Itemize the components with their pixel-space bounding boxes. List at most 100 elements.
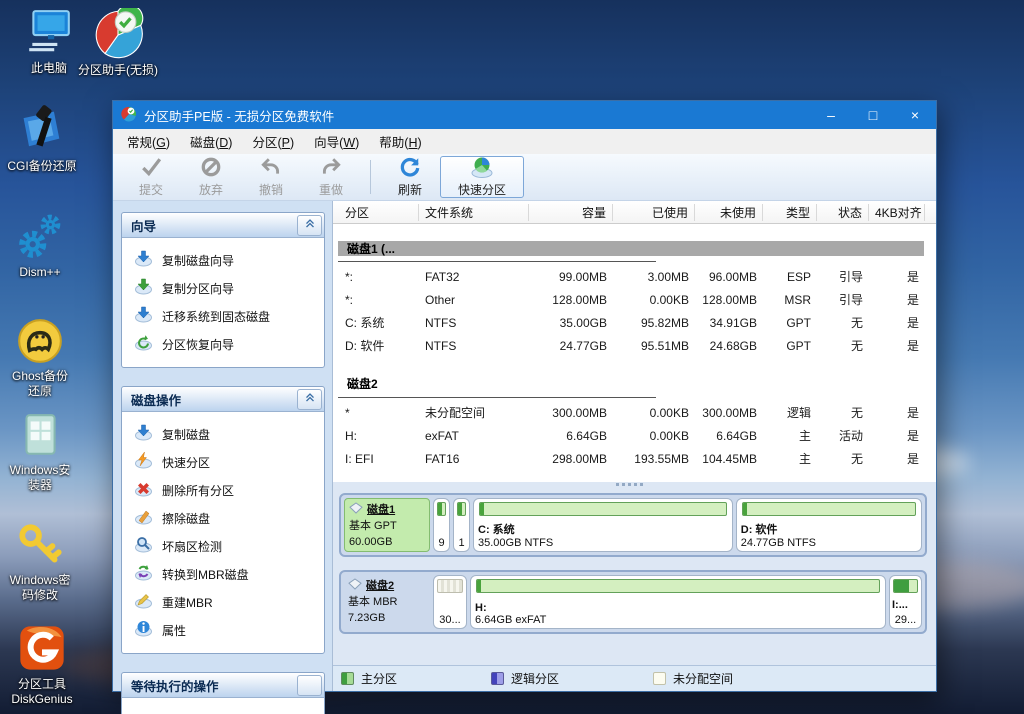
disk-group-header[interactable]: 磁盘2 (333, 373, 936, 392)
partition-recovery-wizard-icon (135, 334, 152, 354)
toolbar-button-7[interactable]: 快速分区 (440, 156, 524, 198)
partition-usage-bar (893, 579, 918, 593)
column-header-4[interactable]: 已使用 (613, 204, 695, 221)
sidebar-item[interactable]: 擦除磁盘 (122, 504, 324, 532)
table-cell: 95.51MB (613, 339, 695, 353)
table-row[interactable]: D: 软件NTFS24.77GB95.51MB24.68GBGPT无是 (333, 334, 936, 357)
minimize-button[interactable]: – (810, 101, 852, 129)
sidebar-item[interactable]: 属性 (122, 616, 324, 644)
table-cell: Other (419, 293, 529, 307)
sidebar-item[interactable]: 重建MBR (122, 588, 324, 616)
partition-size: 1 (456, 537, 467, 549)
disk-group-header[interactable]: 磁盘1 (... (338, 241, 924, 256)
disk-label[interactable]: 磁盘2基本 MBR7.23GB (344, 575, 430, 629)
menu-item-5[interactable]: 帮助(H) (369, 129, 431, 154)
partition-block[interactable]: D: 软件24.77GB NTFS (736, 498, 922, 552)
menu-item-1[interactable]: 常规(G) (117, 129, 180, 154)
partition-block[interactable]: I:...29... (889, 575, 922, 629)
menu-item-4[interactable]: 向导(W) (304, 129, 369, 154)
table-row[interactable]: C: 系统NTFS35.00GB95.82MB34.91GBGPT无是 (333, 311, 936, 334)
desktop-icon-dism[interactable]: Dism++ (8, 212, 72, 280)
column-header-1[interactable]: 分区 (339, 204, 419, 221)
sidebar-item[interactable]: 删除所有分区 (122, 476, 324, 504)
desktop-icon-label: CGI备份还原 (7, 159, 76, 174)
table-cell: NTFS (419, 316, 529, 330)
partition-block[interactable]: C: 系统35.00GB NTFS (473, 498, 733, 552)
partition-size: 6.64GB exFAT (475, 614, 881, 626)
partition-block[interactable]: H:6.64GB exFAT (470, 575, 886, 629)
collapse-button[interactable] (297, 215, 322, 236)
table-row[interactable]: H:exFAT6.64GB0.00KB6.64GB主活动是 (333, 424, 936, 447)
desktop-icon-cgi-backup[interactable]: CGI备份还原 (2, 104, 82, 174)
desktop-icon-ghost-backup[interactable]: Ghost备份还原 (6, 316, 74, 399)
toolbar-button-label: 放弃 (199, 181, 223, 198)
desktop-icon-diskgenius[interactable]: 分区工具 DiskGenius (4, 622, 80, 707)
partition-block[interactable]: 30... (433, 575, 467, 629)
menu-item-3[interactable]: 分区(P) (242, 129, 304, 154)
desktop-icon-partition-assistant[interactable]: 分区助手(无损) (76, 8, 160, 78)
diskgenius-icon (16, 622, 68, 677)
windows-installer-icon (15, 410, 65, 463)
table-row[interactable]: *:FAT3299.00MB3.00MB96.00MBESP引导是 (333, 265, 936, 288)
close-button[interactable]: × (894, 101, 936, 129)
sidebar-panel-header: 等待执行的操作 (122, 673, 324, 698)
maximize-button[interactable]: □ (852, 101, 894, 129)
password-key-icon (15, 520, 65, 573)
column-header-2[interactable]: 文件系统 (419, 204, 529, 221)
sidebar-item[interactable]: 坏扇区检测 (122, 532, 324, 560)
delete-all-partitions-icon (135, 480, 152, 500)
disk-group-name: 磁盘2 (347, 375, 378, 392)
sidebar-item[interactable]: 转换到MBR磁盘 (122, 560, 324, 588)
splitter[interactable] (333, 482, 936, 487)
toolbar-button-label: 刷新 (398, 181, 422, 198)
toolbar: 提交放弃撤销重做刷新快速分区 (113, 154, 936, 201)
table-cell: NTFS (419, 339, 529, 353)
collapse-button[interactable] (297, 389, 322, 410)
toolbar-button-6[interactable]: 刷新 (380, 156, 440, 198)
sidebar-panel-header: 磁盘操作 (122, 387, 324, 412)
migrate-os-to-ssd-icon (135, 306, 152, 326)
desktop-icon-label: Windows安装器 (6, 463, 74, 493)
table-header-row: 分区文件系统容量已使用未使用类型状态4KB对齐 (333, 201, 936, 224)
desktop-icon-windows-password[interactable]: Windows密码修改 (6, 520, 74, 603)
collapse-button[interactable] (297, 675, 322, 696)
toolbar-button-3: 撤销 (241, 156, 301, 198)
partition-size: 30... (436, 614, 464, 626)
menu-item-2[interactable]: 磁盘(D) (180, 129, 242, 154)
sidebar-item[interactable]: 复制磁盘 (122, 420, 324, 448)
sidebar-item[interactable]: 迁移系统到固态磁盘 (122, 302, 324, 330)
sidebar-panel-3: 等待执行的操作 (121, 672, 325, 714)
toolbar-button-label: 撤销 (259, 181, 283, 198)
partition-block[interactable]: 1 (453, 498, 470, 552)
table-row[interactable]: *:Other128.00MB0.00KB128.00MBMSR引导是 (333, 288, 936, 311)
desktop-icon-windows-installer[interactable]: Windows安装器 (6, 410, 74, 493)
table-row[interactable]: I: EFIFAT16298.00MB193.55MB104.45MB主无是 (333, 447, 936, 470)
column-header-3[interactable]: 容量 (529, 204, 613, 221)
toolbar-button-2: 放弃 (181, 156, 241, 198)
partition-name: C: 系统 (478, 521, 728, 537)
toolbar-button-label: 提交 (139, 181, 163, 198)
partition-block[interactable]: 9 (433, 498, 450, 552)
legend-label: 逻辑分区 (511, 670, 559, 687)
sidebar: 向导复制磁盘向导复制分区向导迁移系统到固态磁盘分区恢复向导磁盘操作复制磁盘快速分… (113, 201, 333, 691)
sidebar-item[interactable]: 分区恢复向导 (122, 330, 324, 358)
sidebar-item[interactable]: 快速分区 (122, 448, 324, 476)
table-cell: 24.77GB (529, 339, 613, 353)
column-header-5[interactable]: 未使用 (695, 204, 763, 221)
table-cell: 34.91GB (695, 316, 763, 330)
partition-usage-bar (437, 502, 446, 516)
sidebar-item[interactable]: 复制分区向导 (122, 274, 324, 302)
table-cell: 是 (869, 427, 925, 444)
column-header-8[interactable]: 4KB对齐 (869, 204, 925, 221)
disk-label[interactable]: 磁盘1基本 GPT60.00GB (344, 498, 430, 552)
sidebar-item[interactable]: 复制磁盘向导 (122, 246, 324, 274)
legend-item-unallocated: 未分配空间 (653, 670, 733, 687)
table-row[interactable]: *未分配空间300.00MB0.00KB300.00MB逻辑无是 (333, 401, 936, 424)
copy-disk-icon (135, 424, 152, 444)
partition-size: 9 (436, 537, 447, 549)
quick-partition-side-icon (135, 452, 152, 472)
column-header-6[interactable]: 类型 (763, 204, 817, 221)
column-header-7[interactable]: 状态 (817, 204, 869, 221)
titlebar[interactable]: 分区助手PE版 - 无损分区免费软件 – □ × (113, 101, 936, 129)
desktop-icon-label: Ghost备份还原 (6, 369, 74, 399)
